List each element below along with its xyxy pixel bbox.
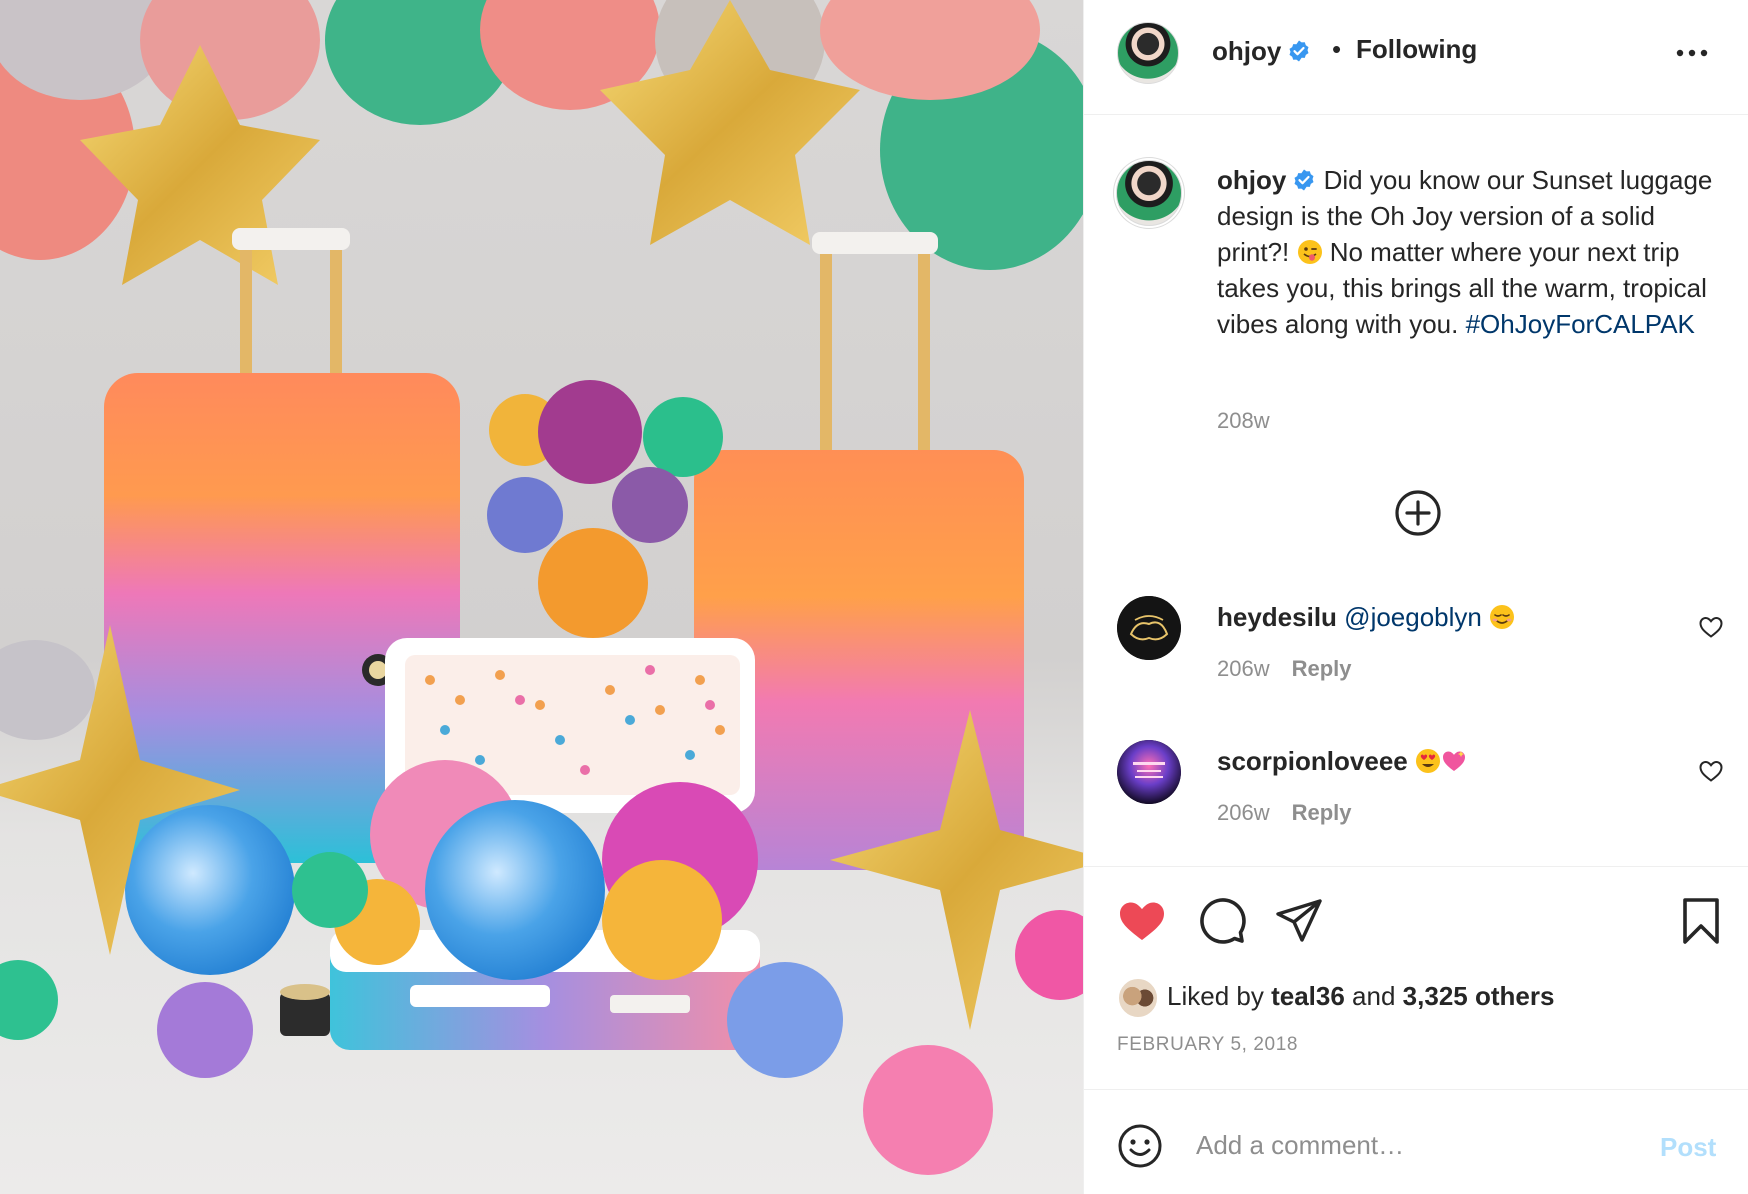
comment-body: scorpionloveee — [1217, 746, 1467, 777]
comment-like-heart-icon[interactable] — [1698, 614, 1724, 640]
reply-button[interactable]: Reply — [1292, 800, 1352, 825]
verified-badge-icon — [1294, 169, 1314, 191]
caption-author-avatar[interactable] — [1116, 160, 1182, 226]
actions-divider — [1084, 866, 1748, 867]
likes-others-count[interactable]: 3,325 others — [1403, 981, 1555, 1011]
paper-plane-icon[interactable] — [1274, 896, 1324, 946]
winking-tongue-emoji-icon — [1297, 240, 1322, 264]
author-username[interactable]: ohjoy — [1212, 36, 1311, 67]
heart-eyes-emoji-icon — [1415, 749, 1440, 773]
bookmark-icon[interactable] — [1676, 896, 1726, 946]
galaxy-avatar-image — [1117, 740, 1181, 804]
post-photo[interactable] — [0, 0, 1083, 1194]
more-horizontal-icon[interactable] — [1672, 38, 1712, 68]
commenter-username[interactable]: scorpionloveee — [1217, 746, 1408, 776]
post-comment-button[interactable]: Post — [1660, 1132, 1716, 1163]
post-photo-illustration — [0, 0, 1083, 1175]
comment-timestamp[interactable]: 206w — [1217, 656, 1270, 681]
caption-timestamp[interactable]: 208w — [1217, 408, 1270, 434]
comment-item: heydesilu @joegoblyn 206w Reply — [1084, 594, 1748, 704]
post-side-panel: ohjoy • Following ohjoy Did you know our… — [1083, 0, 1748, 1194]
post-date[interactable]: FEBRUARY 5, 2018 — [1117, 1034, 1298, 1056]
caption-hashtag[interactable]: #OhJoyForCALPAK — [1466, 309, 1695, 339]
circle-plus-icon[interactable] — [1394, 489, 1442, 537]
verified-badge-icon — [1289, 40, 1309, 62]
likes-text: Liked by teal36 and 3,325 others — [1167, 981, 1554, 1012]
comment-item: scorpionloveee 206w Reply — [1084, 738, 1748, 848]
liker-avatar[interactable] — [1117, 977, 1159, 1019]
commenter-username[interactable]: heydesilu — [1217, 602, 1337, 632]
reply-button[interactable]: Reply — [1292, 656, 1352, 681]
comment-input[interactable] — [1196, 1122, 1616, 1168]
following-button[interactable]: Following — [1356, 34, 1477, 65]
desilu-logo-avatar-image — [1117, 596, 1181, 660]
comment-meta: 206w Reply — [1217, 656, 1352, 682]
add-comment-bar: Post — [1084, 1089, 1748, 1194]
comment-body: heydesilu @joegoblyn — [1217, 602, 1515, 633]
author-avatar[interactable] — [1117, 22, 1179, 84]
header-separator: • — [1332, 34, 1342, 64]
comment-like-heart-icon[interactable] — [1698, 758, 1724, 784]
likes-first-user[interactable]: teal36 — [1271, 981, 1345, 1011]
likes-prefix: Liked by — [1167, 981, 1264, 1011]
smiley-icon[interactable] — [1117, 1123, 1163, 1169]
post-header: ohjoy • Following — [1084, 0, 1748, 115]
heart-filled-icon[interactable] — [1117, 896, 1167, 946]
commenter-avatar[interactable] — [1117, 740, 1181, 804]
sparkling-heart-emoji-icon — [1442, 751, 1465, 771]
relieved-face-emoji-icon — [1490, 605, 1515, 629]
commenter-avatar[interactable] — [1117, 596, 1181, 660]
comment-bubble-icon[interactable] — [1196, 896, 1246, 946]
post-caption: ohjoy Did you know our Sunset luggage de… — [1217, 162, 1722, 342]
likes-joiner: and — [1352, 981, 1396, 1011]
comment-meta: 206w Reply — [1217, 800, 1352, 826]
comment-timestamp[interactable]: 206w — [1217, 800, 1270, 825]
comment-mention[interactable]: @joegoblyn — [1344, 602, 1482, 632]
caption-username[interactable]: ohjoy — [1217, 165, 1286, 195]
author-username-text[interactable]: ohjoy — [1212, 36, 1281, 66]
